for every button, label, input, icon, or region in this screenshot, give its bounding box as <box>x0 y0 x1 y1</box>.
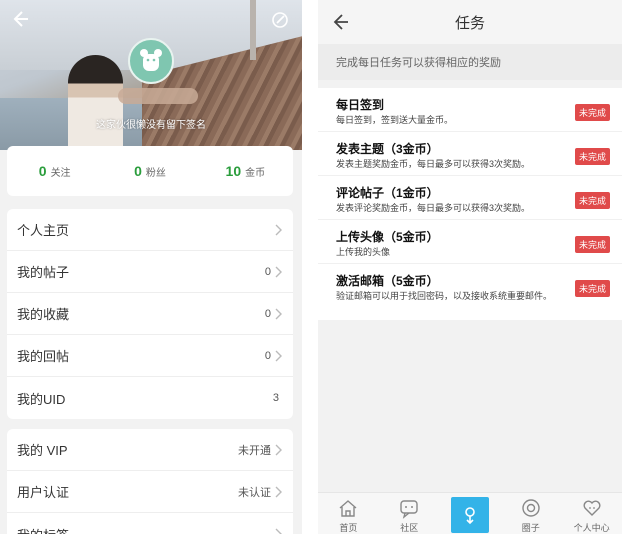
status-badge: 未完成 <box>574 148 610 165</box>
menu-item-label: 我的UID <box>17 391 66 407</box>
tab-label: 首页 <box>339 523 358 533</box>
menu-item-value: 未认证 <box>238 486 271 499</box>
menu-item-label: 我的收藏 <box>17 307 70 322</box>
profile-panel: 这家伙很懒没有留下签名 0 关注 0 粉丝 10 金币 个人主页 我的帖子 0 我的收… <box>0 0 302 534</box>
avatar[interactable] <box>128 38 174 84</box>
status-badge: 未完成 <box>574 280 610 297</box>
task-description: 每日签到，签到送大量金币。 <box>336 115 454 125</box>
back-arrow-icon[interactable] <box>8 8 30 30</box>
task-description: 上传我的头像 <box>336 247 391 257</box>
edit-icon[interactable] <box>270 10 290 30</box>
menu-item-homepage[interactable]: 个人主页 <box>7 209 293 251</box>
menu-item-value: 0 <box>264 307 271 320</box>
menu-item-replies[interactable]: 我的回帖 0 <box>7 335 293 377</box>
tasks-panel: 任务 完成每日任务可以获得相应的奖励 每日签到 每日签到，签到送大量金币。 未完… <box>318 0 622 534</box>
menu-item-label: 我的帖子 <box>17 265 70 280</box>
back-arrow-icon[interactable] <box>330 12 350 32</box>
stat-followers[interactable]: 0 粉丝 <box>102 163 197 179</box>
tab-community[interactable]: 社区 <box>379 493 440 534</box>
stat-following[interactable]: 0 关注 <box>7 163 102 179</box>
status-badge: 未完成 <box>574 192 610 209</box>
panel-divider <box>302 0 318 534</box>
menu-item-label: 个人主页 <box>17 223 70 238</box>
menu-item-tags[interactable]: 我的标签 <box>7 513 293 534</box>
task-item-comment[interactable]: 评论帖子（1金币） 发表评论奖励金币，每日最多可以获得3次奖励。 未完成 <box>318 176 622 220</box>
task-list: 每日签到 每日签到，签到送大量金币。 未完成 发表主题（3金币） 发表主题奖励金… <box>318 88 622 320</box>
task-item-daily-checkin[interactable]: 每日签到 每日签到，签到送大量金币。 未完成 <box>318 88 622 132</box>
tab-circle[interactable]: 圈子 <box>500 493 561 534</box>
community-icon <box>400 500 418 519</box>
tab-publish[interactable] <box>440 493 501 534</box>
menu-item-label: 我的回帖 <box>17 349 70 364</box>
stat-count: 10 <box>225 163 242 179</box>
task-item-post-topic[interactable]: 发表主题（3金币） 发表主题奖励金币，每日最多可以获得3次奖励。 未完成 <box>318 132 622 176</box>
task-item-activate-email[interactable]: 激活邮箱（5金币） 验证邮箱可以用于找回密码，以及接收系统重要邮件。 未完成 <box>318 264 622 308</box>
stat-count: 0 <box>38 163 47 179</box>
menu-item-label: 我的 VIP <box>17 443 68 458</box>
stat-coins[interactable]: 10 金币 <box>198 163 293 179</box>
tab-home[interactable]: 首页 <box>318 493 379 534</box>
chevron-right-icon <box>275 350 282 361</box>
task-description: 验证邮箱可以用于找回密码，以及接收系统重要邮件。 <box>336 291 553 301</box>
chevron-right-icon <box>275 444 282 455</box>
bear-avatar-icon <box>140 49 162 71</box>
stat-label: 金币 <box>245 168 266 179</box>
publish-button[interactable] <box>450 497 489 533</box>
menu-item-value: 0 <box>264 349 271 362</box>
stat-label: 关注 <box>50 168 71 179</box>
publish-icon <box>465 507 475 525</box>
tab-label: 圈子 <box>521 523 540 533</box>
account-menu: 我的 VIP 未开通 用户认证 未认证 我的标签 <box>7 429 293 534</box>
status-badge: 未完成 <box>574 104 610 121</box>
circle-icon <box>522 499 540 517</box>
bottom-tab-bar: 首页 社区 圈子 个人中心 <box>318 492 622 534</box>
task-description: 发表主题奖励金币，每日最多可以获得3次奖励。 <box>336 159 531 169</box>
user-signature: 这家伙很懒没有留下签名 <box>96 120 206 131</box>
menu-item-uid[interactable]: 我的UID 3 <box>7 377 293 419</box>
menu-item-label: 用户认证 <box>17 485 70 500</box>
menu-item-value: 0 <box>264 265 271 278</box>
menu-item-favorites[interactable]: 我的收藏 0 <box>7 293 293 335</box>
profile-menu: 个人主页 我的帖子 0 我的收藏 0 我的回帖 0 我的UID 3 <box>7 209 293 419</box>
menu-item-verification[interactable]: 用户认证 未认证 <box>7 471 293 513</box>
stats-card: 0 关注 0 粉丝 10 金币 <box>7 146 293 196</box>
chevron-right-icon <box>275 528 282 534</box>
home-icon <box>339 500 357 517</box>
task-description: 发表评论奖励金币，每日最多可以获得3次奖励。 <box>336 203 531 213</box>
task-item-upload-avatar[interactable]: 上传头像（5金币） 上传我的头像 未完成 <box>318 220 622 264</box>
task-notice: 完成每日任务可以获得相应的奖励 <box>318 44 622 80</box>
page-title: 任务 <box>454 14 485 32</box>
chevron-right-icon <box>275 266 282 277</box>
chevron-right-icon <box>275 486 282 497</box>
tab-label: 社区 <box>400 523 419 533</box>
chevron-right-icon <box>275 308 282 319</box>
status-badge: 未完成 <box>574 236 610 253</box>
stat-label: 粉丝 <box>145 168 166 179</box>
tab-profile[interactable]: 个人中心 <box>561 493 622 534</box>
menu-item-my-posts[interactable]: 我的帖子 0 <box>7 251 293 293</box>
stat-count: 0 <box>134 163 142 179</box>
navigation-bar: 任务 <box>318 0 622 44</box>
menu-item-label: 我的标签 <box>17 525 271 534</box>
menu-item-value: 未开通 <box>238 444 271 457</box>
menu-item-vip[interactable]: 我的 VIP 未开通 <box>7 429 293 471</box>
menu-item-value: 3 <box>272 392 279 404</box>
heart-icon <box>583 500 601 516</box>
tab-label: 个人中心 <box>573 523 610 533</box>
chevron-right-icon <box>275 224 282 235</box>
